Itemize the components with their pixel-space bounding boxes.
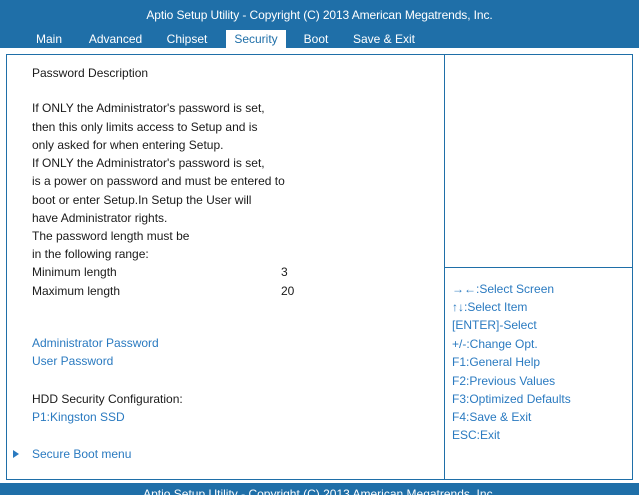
description-line: boot or enter Setup.In Setup the User wi… [32,193,252,207]
footer-bar: Aptio Setup Utility - Copyright (C) 2013… [0,483,639,495]
description-line: only asked for when entering Setup. [32,138,224,152]
tab-advanced[interactable]: Advanced [83,30,148,48]
tab-security[interactable]: Security [226,30,286,48]
tab-bar: Main Advanced Chipset Security Boot Save… [0,30,639,48]
help-previous-values: F2:Previous Values [452,374,556,388]
help-enter-select: [ENTER]-Select [452,318,537,332]
description-line: The password length must be [32,229,190,243]
description-line: then this only limits access to Setup an… [32,120,258,134]
help-optimized-defaults: F3:Optimized Defaults [452,392,571,406]
help-change-opt: +/-:Change Opt. [452,337,538,351]
user-password-item[interactable]: User Password [32,354,113,368]
description-line: If ONLY the Administrator's password is … [32,156,265,170]
description-line: in the following range: [32,247,149,261]
description-line: If ONLY the Administrator's password is … [32,101,265,115]
help-general-help: F1:General Help [452,355,541,369]
tab-chipset[interactable]: Chipset [160,30,214,48]
app-title: Aptio Setup Utility - Copyright (C) 2013… [146,8,493,22]
min-length-label: Minimum length [32,265,117,279]
max-length-value: 20 [281,284,295,298]
help-select-item: ↑↓:Select Item [452,300,528,314]
hdd-security-header: HDD Security Configuration: [32,392,183,406]
submenu-arrow-icon [13,450,19,458]
help-divider [445,267,633,268]
max-length-label: Maximum length [32,284,121,298]
help-esc-exit: ESC:Exit [452,428,501,442]
hdd-device-item[interactable]: P1:Kingston SSD [32,410,125,424]
secure-boot-menu-item[interactable]: Secure Boot menu [32,447,131,461]
description-line: is a power on password and must be enter… [32,174,285,188]
title-bar: Aptio Setup Utility - Copyright (C) 2013… [0,0,639,48]
tab-save-exit[interactable]: Save & Exit [348,30,420,48]
min-length-value: 3 [281,265,288,279]
description-line: have Administrator rights. [32,211,168,225]
password-description-title: Password Description [32,66,149,80]
tab-main[interactable]: Main [28,30,70,48]
tab-boot[interactable]: Boot [296,30,336,48]
administrator-password-item[interactable]: Administrator Password [32,336,159,350]
help-save-exit: F4:Save & Exit [452,410,532,424]
footer-copyright: Aptio Setup Utility - Copyright (C) 2013… [143,487,496,495]
help-select-screen: →←:Select Screen [452,282,555,296]
